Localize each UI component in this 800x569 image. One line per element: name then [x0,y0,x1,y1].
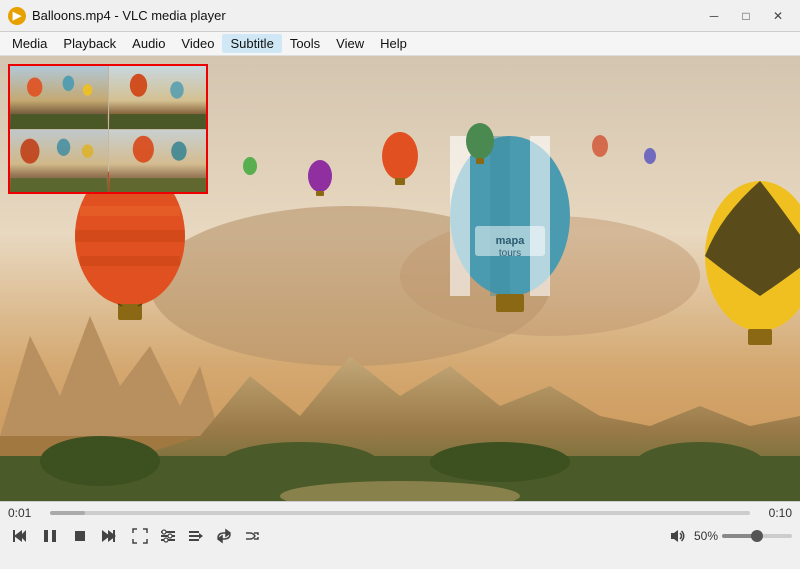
fullscreen-button[interactable] [128,524,152,548]
playlist-button[interactable] [184,524,208,548]
window-controls: ─ □ ✕ [700,6,792,26]
volume-icon-button[interactable] [666,524,690,548]
volume-knob[interactable] [751,530,763,542]
progress-track[interactable] [50,511,750,515]
menu-bar: Media Playback Audio Video Subtitle Tool… [0,32,800,56]
loop-button[interactable] [212,524,236,548]
svg-text:tours: tours [499,248,521,259]
thumbnail-overlay [8,64,208,194]
skip-back-button[interactable] [8,524,32,548]
volume-section: 50% [666,524,792,548]
menu-help[interactable]: Help [372,34,415,53]
menu-playback[interactable]: Playback [55,34,124,53]
play-pause-button[interactable] [36,524,64,548]
time-total: 0:10 [758,506,792,520]
maximize-button[interactable]: □ [732,6,760,26]
svg-text:mapa: mapa [496,235,526,247]
menu-media[interactable]: Media [4,34,55,53]
menu-tools[interactable]: Tools [282,34,328,53]
volume-track[interactable] [722,534,792,538]
skip-forward-button[interactable] [96,524,120,548]
menu-video[interactable]: Video [173,34,222,53]
minimize-button[interactable]: ─ [700,6,728,26]
thumb-4 [109,130,207,193]
progress-fill [50,511,85,515]
controls-bar: 0:01 0:10 [0,501,800,569]
extended-settings-button[interactable] [156,524,180,548]
buttons-row: 50% [8,524,792,548]
close-button[interactable]: ✕ [764,6,792,26]
thumb-3 [10,130,108,193]
title-bar: ▶ Balloons.mp4 - VLC media player ─ □ ✕ [0,0,800,32]
window-title: Balloons.mp4 - VLC media player [32,8,700,23]
time-current: 0:01 [8,506,42,520]
volume-label: 50% [694,529,718,543]
video-area[interactable]: mapa tours [0,56,800,501]
app-icon: ▶ [8,7,26,25]
progress-row: 0:01 0:10 [8,506,792,520]
menu-subtitle[interactable]: Subtitle [222,34,281,53]
menu-audio[interactable]: Audio [124,34,173,53]
menu-view[interactable]: View [328,34,372,53]
thumb-1 [10,66,108,129]
random-button[interactable] [240,524,264,548]
thumb-2 [109,66,207,129]
stop-button[interactable] [68,524,92,548]
